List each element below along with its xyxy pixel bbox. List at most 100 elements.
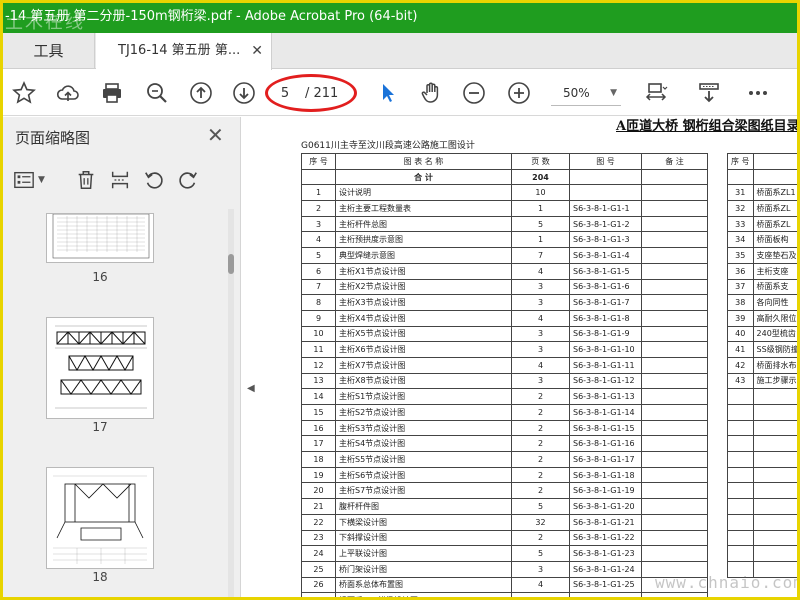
cell-name: 支座垫石及: [752, 247, 797, 264]
cell-fig: S6-3-8-1-G1-15: [569, 419, 642, 437]
rotate-right-icon[interactable]: [177, 167, 199, 193]
star-icon[interactable]: [11, 80, 37, 106]
cell-fig: S6-3-8-1-G1-7: [569, 294, 642, 311]
page-up-icon[interactable]: [188, 80, 214, 106]
rotate-left-icon[interactable]: [143, 167, 165, 193]
page-thumbnail[interactable]: [46, 317, 154, 419]
cell-fig: S6-3-8-1-G1-13: [569, 388, 642, 405]
cell-fig: S6-3-8-1-G1-24: [569, 560, 642, 578]
cell-no: 14: [301, 388, 336, 405]
scroll-mode-icon[interactable]: [696, 80, 722, 106]
cell-no: 21: [301, 498, 336, 515]
header-note: 备 注: [641, 153, 708, 170]
cell-name: 主桁杆件总图: [335, 215, 512, 233]
cell-name: 桥面板构: [752, 231, 797, 249]
header-name: 图 表 名 称: [335, 153, 512, 170]
page-down-icon[interactable]: [231, 80, 257, 106]
more-icon[interactable]: [745, 80, 771, 106]
cell-fig: S6-3-8-1-G1-5: [569, 262, 642, 280]
zoom-in-icon[interactable]: [506, 80, 532, 106]
cell-no: 42: [727, 356, 754, 374]
cell-name: 240型梳齿: [752, 325, 797, 343]
cell-fig: S6-3-8-1-G1-3: [569, 231, 642, 249]
table-row: 10 主桁X5节点设计图 3 S6-3-8-1-G1-9: [301, 325, 708, 343]
panel-title: 页面缩略图: [15, 129, 91, 147]
table-row: [727, 545, 797, 562]
cell-name: 主桁X8节点设计图: [335, 372, 512, 390]
cell-no: 26: [301, 576, 336, 594]
table-row: [727, 435, 797, 453]
cell-note: [641, 294, 708, 311]
cell-no: 36: [727, 262, 754, 280]
table-row: 20 主桁S7节点设计图 2 S6-3-8-1-G1-19: [301, 482, 708, 500]
cell-pages: 3: [511, 294, 570, 311]
cell-name: 主桁S1节点设计图: [335, 388, 512, 405]
cell-no: 33: [727, 215, 754, 233]
zoom-level-select[interactable]: 50% ▼: [551, 80, 621, 106]
site-watermark: 土木在线: [5, 12, 85, 33]
select-cursor-icon[interactable]: [375, 80, 401, 106]
search-zoom-icon[interactable]: [144, 80, 170, 106]
hand-icon[interactable]: [418, 80, 444, 106]
cell-fig: S6-3-8-1-G1-12: [569, 372, 642, 390]
cell-fig: S6-3-8-1-G1-26: [569, 592, 642, 597]
table-row: 2 主桁主要工程数量表 1 S6-3-8-1-G1-1: [301, 200, 708, 217]
table-row: 39 高耐久限位: [727, 309, 797, 327]
fit-page-icon[interactable]: [643, 80, 669, 106]
cell-pages: 3: [511, 341, 570, 358]
page-thumbnail[interactable]: [46, 467, 154, 569]
cell-no: 41: [727, 341, 754, 358]
thumbnail-options-icon[interactable]: ▼: [13, 167, 45, 193]
table-row: 9 主桁X4节点设计图 4 S6-3-8-1-G1-8: [301, 309, 708, 327]
tab-tools[interactable]: 工具: [3, 33, 95, 69]
cell-fig: S6-3-8-1-G1-19: [569, 482, 642, 500]
cell-name: 各向同性: [752, 294, 797, 311]
table-row: [727, 451, 797, 468]
cell-no: 5: [301, 247, 336, 264]
cell-name: 主桁S2节点设计图: [335, 404, 512, 421]
cell-no: 4: [301, 231, 336, 249]
extract-page-icon[interactable]: [109, 167, 131, 193]
print-icon[interactable]: [99, 80, 125, 106]
cell-pages: 5: [511, 545, 570, 562]
table-row: 5 典型焊缝示意图 7 S6-3-8-1-G1-4: [301, 247, 708, 264]
cell-pages: 2: [511, 419, 570, 437]
cell-name: 桥面系支: [752, 278, 797, 296]
cell-fig: S6-3-8-1-G1-8: [569, 309, 642, 327]
title-bar: -14 第五册 第二分册-150m钢桁梁.pdf - Adobe Acrobat…: [3, 3, 797, 33]
header-pages: 页 数: [511, 153, 570, 170]
panel-toolbar: ▼: [13, 167, 213, 193]
table-row: [727, 529, 797, 547]
cell-no: 7: [301, 278, 336, 296]
cell-name: 主桁X7节点设计图: [335, 356, 512, 374]
header-no: 序 号: [727, 153, 754, 170]
cell-fig: S6-3-8-1-G1-17: [569, 451, 642, 468]
acrobat-window: -14 第五册 第二分册-150m钢桁梁.pdf - Adobe Acrobat…: [0, 0, 800, 600]
cell-pages: 1: [511, 231, 570, 249]
cloud-upload-icon[interactable]: [55, 80, 81, 106]
cell-name: 主桁X6节点设计图: [335, 341, 512, 358]
cell-name: 高耐久限位: [752, 309, 797, 327]
tab-document[interactable]: TJ16-14 第五册 第... ✕: [96, 33, 272, 70]
cell-no: 22: [301, 513, 336, 531]
panel-scrollbar[interactable]: [228, 209, 234, 597]
cell-no: 20: [301, 482, 336, 500]
scrollbar-thumb[interactable]: [228, 254, 234, 274]
cell-name: 主桁X4节点设计图: [335, 309, 512, 327]
cell-name: 主桁X2节点设计图: [335, 278, 512, 296]
cell-pages: 13: [511, 592, 570, 597]
panel-close-icon[interactable]: ✕: [207, 123, 224, 147]
table-row: 14 主桁S1节点设计图 2 S6-3-8-1-G1-13: [301, 388, 708, 405]
delete-page-icon[interactable]: [75, 167, 97, 193]
collapse-panel-icon[interactable]: ◀: [247, 383, 255, 394]
tab-close-icon[interactable]: ✕: [251, 33, 263, 69]
table-row: 40 240型梳齿: [727, 325, 797, 343]
zoom-out-icon[interactable]: [461, 80, 487, 106]
cell-pages: 10: [511, 184, 570, 202]
cell-fig: S6-3-8-1-G1-4: [569, 247, 642, 264]
cell-pages: 2: [511, 435, 570, 453]
document-view[interactable]: A匝道大桥 钢桁组合梁图纸目录 G0611川主寺至汶川段高速公路施工图设计 序 …: [261, 117, 797, 597]
cell-pages: 2: [511, 451, 570, 468]
table-row: 38 各向同性: [727, 294, 797, 311]
page-thumbnail[interactable]: [46, 213, 154, 263]
